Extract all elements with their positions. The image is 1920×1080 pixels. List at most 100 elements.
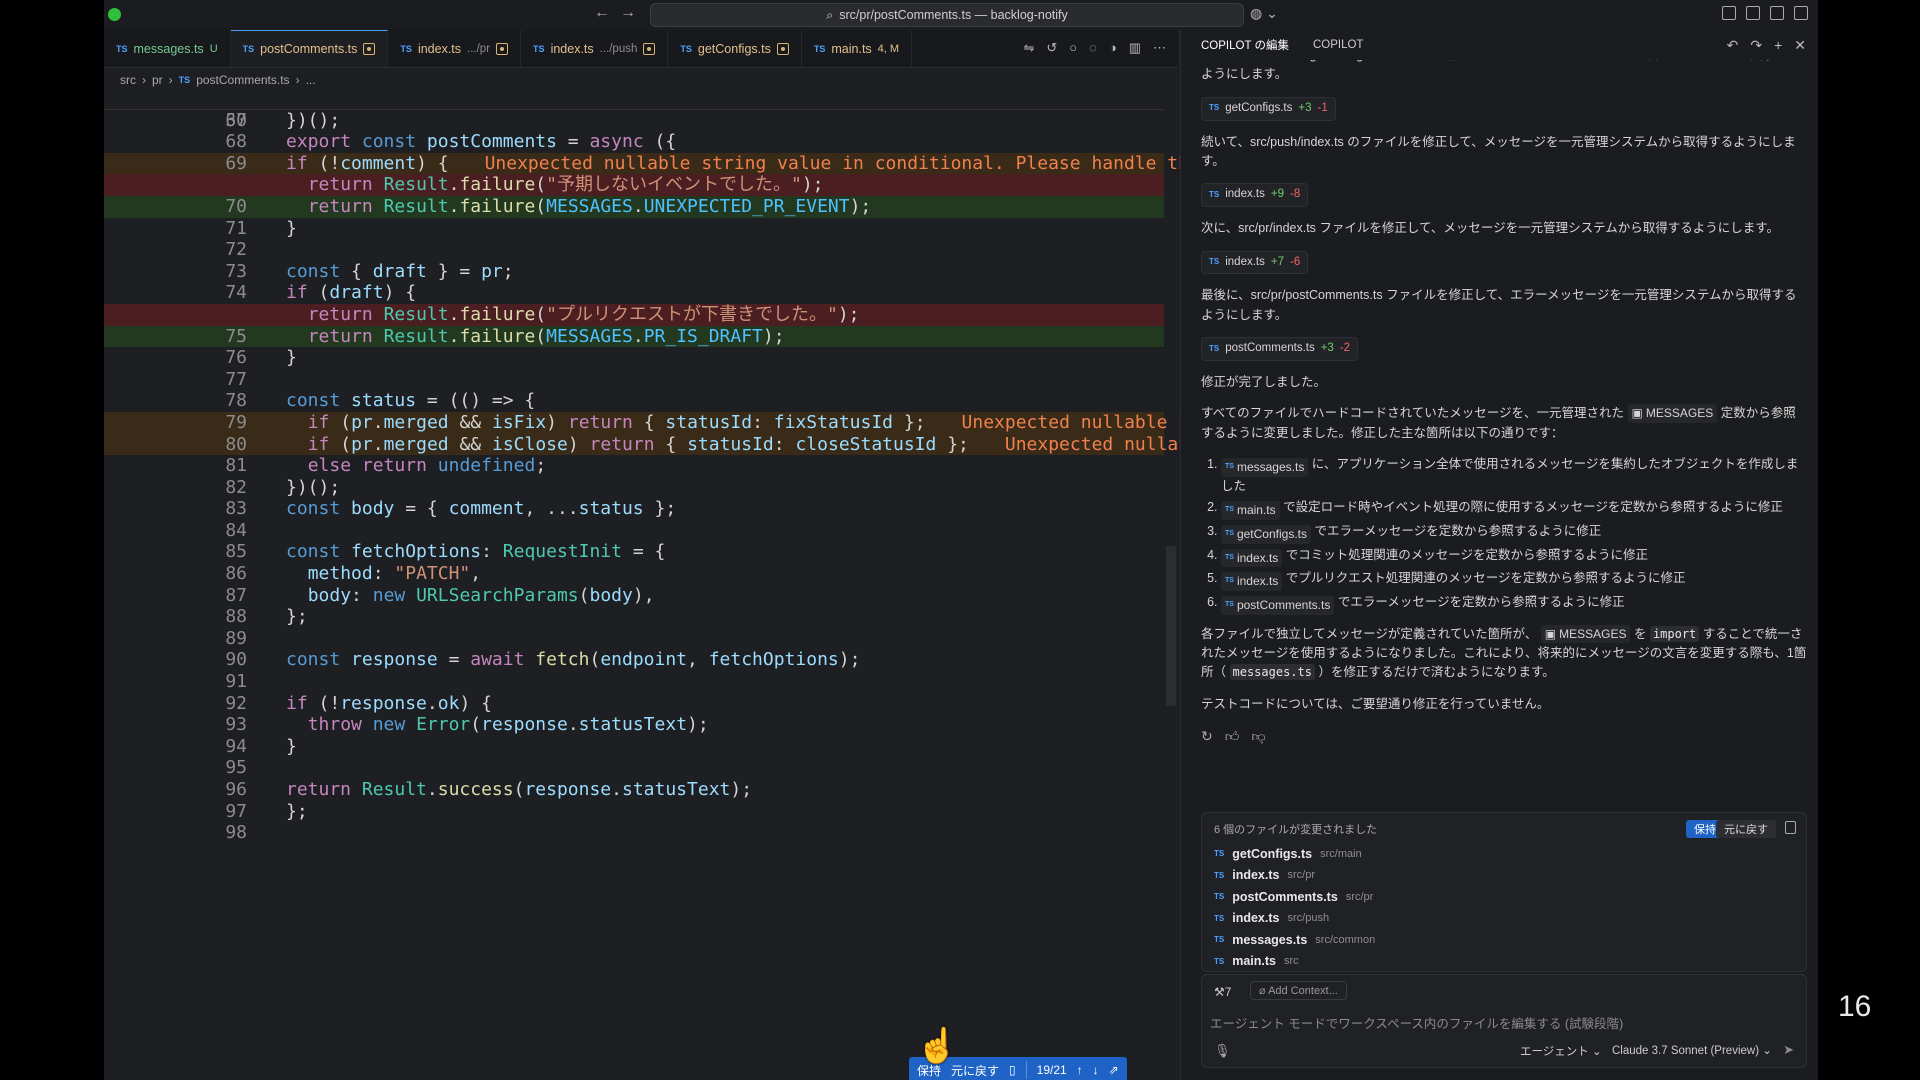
previous-change-icon[interactable]: ↑	[1077, 1063, 1083, 1077]
window-control-icon[interactable]	[108, 8, 121, 21]
code-text: const status = (() => {	[286, 390, 536, 412]
changed-file-row[interactable]: TS messages.ts src/common	[1214, 929, 1794, 951]
file-reference-chip[interactable]: TSmain.ts	[1221, 501, 1280, 520]
code-line[interactable]: 82})();	[104, 477, 1164, 499]
code-line[interactable]: 78 const status = (() => {	[104, 390, 1164, 412]
code-line[interactable]: 75 return Result.failure(MESSAGES.PR_IS_…	[104, 325, 1164, 348]
chat-input[interactable]: エージェント モードでワークスペース内のファイルを編集する (試験段階)	[1210, 1013, 1623, 1032]
code-line[interactable]: 83 const body = { comment, ...status };	[104, 498, 1164, 520]
code-line[interactable]: 98	[104, 822, 1164, 844]
document-icon[interactable]: ▯	[1009, 1063, 1016, 1077]
compare-icon[interactable]: ⇋	[1023, 40, 1034, 56]
code-line[interactable]: 95	[104, 757, 1164, 779]
undo-all-button[interactable]: 元に戻す	[1716, 820, 1776, 838]
tools-button[interactable]: ⚒7	[1214, 985, 1231, 999]
code-line[interactable]: 93 throw new Error(response.statusText);	[104, 714, 1164, 736]
code-line[interactable]: 74 if (draft) {	[104, 282, 1164, 304]
code-line[interactable]: 79 if (pr.merged && isFix) return { stat…	[104, 411, 1287, 434]
undo-icon[interactable]: ↶	[1727, 37, 1739, 54]
code-line[interactable]: 94}	[104, 736, 1164, 758]
code-line[interactable]: 86 method: "PATCH",	[104, 563, 1164, 585]
code-line[interactable]: return Result.failure("予期しないイベントでした。");	[104, 174, 1164, 196]
tab-messages[interactable]: TS messages.ts U	[104, 30, 231, 67]
redo-icon[interactable]: ↷	[1750, 37, 1762, 54]
model-select[interactable]: Claude 3.7 Sonnet (Preview) ⌄	[1612, 1043, 1772, 1057]
sticky-scroll-line[interactable]: 30 export const postComments = async ({	[104, 88, 1164, 152]
code-line[interactable]: 85 const fetchOptions: RequestInit = {	[104, 541, 1164, 563]
more-icon[interactable]: ⋯	[1153, 40, 1166, 56]
thumbs-down-icon[interactable]: 👎︎	[1251, 726, 1265, 748]
mode-select[interactable]: エージェント ⌄	[1520, 1043, 1602, 1059]
file-reference-chip[interactable]: TSindex.ts	[1221, 548, 1283, 568]
file-reference-chip[interactable]: TSgetConfigs.ts	[1221, 524, 1311, 544]
open-external-icon[interactable]: ⇗	[1109, 1063, 1119, 1077]
code-line[interactable]: return Result.failure("プルリクエストが下書きでした。")…	[104, 303, 1164, 326]
tab-index-pr[interactable]: TS index.ts .../pr	[388, 30, 522, 67]
code-line[interactable]: 81 else return undefined;	[104, 455, 1164, 477]
file-reference-chip[interactable]: TSmessages.ts	[1221, 458, 1309, 477]
code-line[interactable]: 77	[104, 369, 1164, 391]
tab-index-push[interactable]: TS index.ts .../push	[521, 30, 669, 67]
timeline-icon[interactable]: ◑	[1109, 40, 1117, 56]
code-line[interactable]: 67})();	[104, 110, 1164, 132]
scrollbar[interactable]	[1166, 546, 1176, 706]
symbol-chip[interactable]: ▣ MESSAGES	[1627, 404, 1718, 423]
code-line[interactable]: 69 if (!comment) {Unexpected nullable str…	[104, 152, 1287, 175]
tab-postcomments[interactable]: TS postComments.ts	[230, 30, 389, 67]
nav-arrows-icon[interactable]: ←→	[594, 4, 646, 22]
code-line[interactable]: 90 const response = await fetch(endpoint,…	[104, 649, 1164, 671]
copilot-icon[interactable]: ◍ ⌄	[1250, 5, 1278, 22]
tab-copilot-edits[interactable]: COPILOT の編集	[1201, 37, 1289, 53]
changed-file-row[interactable]: TS getConfigs.ts src/main	[1214, 843, 1794, 865]
symbol-chip[interactable]: ▣ MESSAGES	[1540, 624, 1631, 644]
send-icon[interactable]: ➤	[1783, 1042, 1794, 1058]
code-line[interactable]: 89	[104, 628, 1164, 650]
changed-file-row[interactable]: TS index.ts src/pr	[1214, 865, 1794, 887]
microphone-icon[interactable]: 🎙︎	[1214, 1043, 1231, 1059]
sidebar-toggle-icon[interactable]	[1746, 6, 1760, 20]
split-editor-icon[interactable]: ▥	[1129, 40, 1141, 56]
edited-file-chip[interactable]: TS index.ts +7 -6	[1201, 250, 1309, 275]
thumbs-up-icon[interactable]: 👍︎	[1225, 726, 1240, 748]
new-session-icon[interactable]: +	[1774, 37, 1782, 54]
retry-icon[interactable]: ↻	[1201, 726, 1213, 748]
changed-file-row[interactable]: TS index.ts src/push	[1214, 908, 1794, 930]
code-line[interactable]: 87 body: new URLSearchParams(body),	[104, 585, 1164, 607]
code-line[interactable]: 76}	[104, 347, 1164, 369]
next-change-icon[interactable]: ↓	[1093, 1063, 1099, 1077]
edited-file-chip[interactable]: TS getConfigs.ts +3 -1	[1201, 96, 1336, 121]
code-line[interactable]: 92 if (!response.ok) {	[104, 693, 1164, 715]
code-line[interactable]: 84	[104, 520, 1164, 542]
code-line[interactable]: 71}	[104, 218, 1164, 240]
code-line[interactable]: 96 return Result.success(response.statusT…	[104, 779, 1164, 801]
edited-file-chip[interactable]: TS index.ts +9 -8	[1201, 183, 1309, 208]
changed-file-row[interactable]: TS postComments.ts src/pr	[1214, 886, 1794, 908]
tab-getconfigs[interactable]: TS getConfigs.ts	[668, 30, 802, 67]
changed-file-row[interactable]: TS main.ts src	[1214, 951, 1794, 973]
add-context-button[interactable]: ⌀ Add Context...	[1250, 981, 1347, 1000]
tab-copilot[interactable]: COPILOT	[1313, 39, 1363, 51]
code-line[interactable]: 68	[104, 131, 1164, 153]
line-number: 90	[225, 649, 247, 671]
command-center[interactable]: ⌕ src/pr/postComments.ts — backlog-notif…	[650, 3, 1244, 27]
circle-icon[interactable]: ○	[1069, 40, 1077, 56]
code-line[interactable]: 97};	[104, 801, 1164, 823]
code-line[interactable]: 73 const { draft } = pr;	[104, 261, 1164, 283]
tab-main[interactable]: TS main.ts 4, M	[802, 30, 913, 67]
file-reference-chip[interactable]: TSpostComments.ts	[1221, 596, 1335, 615]
code-line[interactable]: 70 return Result.failure(MESSAGES.UNEXPE…	[104, 195, 1164, 218]
toggle-icon[interactable]: ◌	[1089, 40, 1097, 56]
secondary-sidebar-icon[interactable]	[1794, 6, 1808, 20]
revert-icon[interactable]: ↺	[1046, 40, 1057, 56]
code-line[interactable]: 91	[104, 671, 1164, 693]
code-line[interactable]: 72	[104, 239, 1164, 261]
edited-file-chip[interactable]: TS postComments.ts +3 -2	[1201, 337, 1359, 361]
view-all-icon[interactable]	[1785, 821, 1796, 834]
layout-icon[interactable]	[1722, 6, 1736, 20]
code-line[interactable]: 80 if (pr.merged && isClose) return { st…	[104, 433, 1287, 456]
code-editor[interactable]: 30 export const postComments = async ({ …	[104, 88, 1287, 844]
code-line[interactable]: 88};	[104, 606, 1164, 628]
close-icon[interactable]: ✕	[1794, 37, 1806, 54]
file-reference-chip[interactable]: TSindex.ts	[1221, 572, 1283, 591]
panel-toggle-icon[interactable]	[1770, 6, 1784, 20]
